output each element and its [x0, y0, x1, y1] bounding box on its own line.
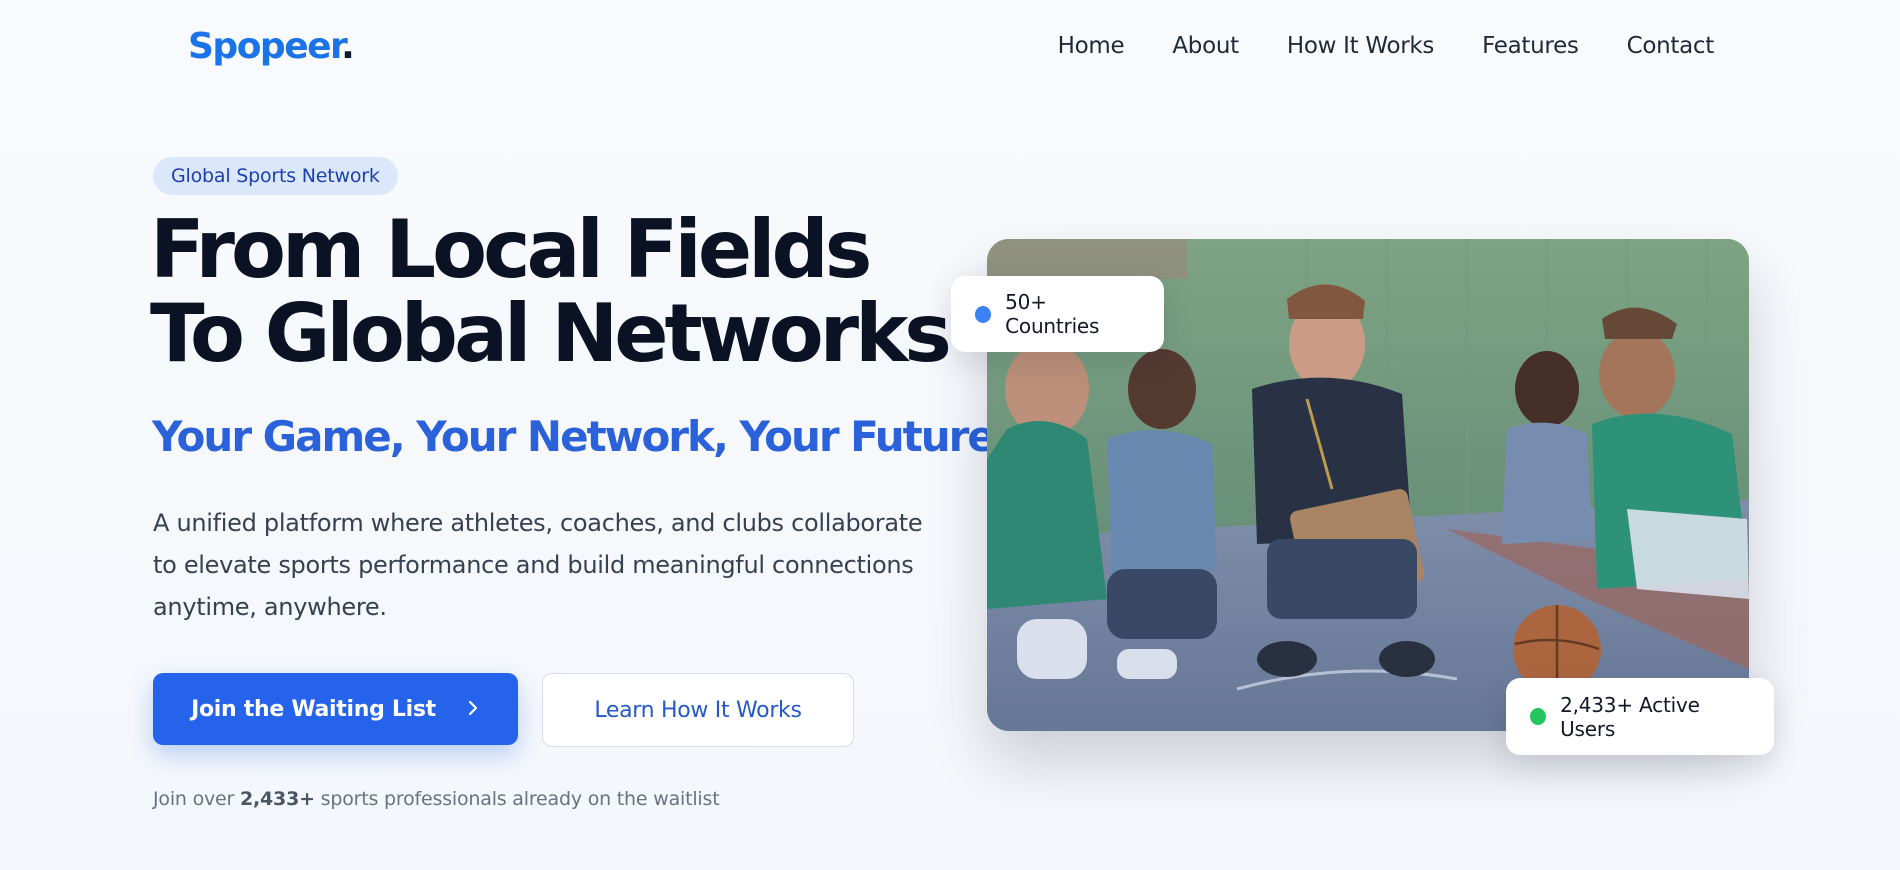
nav-links: Home About How It Works Features Contact	[1010, 33, 1715, 59]
waitlist-prefix: Join over	[153, 788, 240, 810]
stat-countries-label: 50+ Countries	[1005, 290, 1100, 338]
waitlist-note: Join over 2,433+ sports professionals al…	[153, 788, 720, 810]
join-waitlist-button[interactable]: Join the Waiting List	[153, 673, 518, 745]
nav-link-about[interactable]: About	[1172, 33, 1239, 59]
headline-line-1: From Local Fields	[150, 203, 872, 296]
learn-how-it-works-button[interactable]: Learn How It Works	[542, 673, 854, 747]
stat-card-active-users: 2,433+ Active Users	[1506, 678, 1774, 755]
brand-dot: .	[341, 26, 355, 67]
stat-card-countries: 50+ Countries	[951, 276, 1164, 352]
status-dot-icon	[975, 305, 992, 323]
hero-subheadline: Your Game, Your Network, Your Future	[152, 412, 996, 461]
hero-headline: From Local Fields To Global Networks	[150, 203, 952, 380]
stat-active-users-label: 2,433+ Active Users	[1560, 692, 1700, 741]
waitlist-suffix: sports professionals already on the wait…	[314, 788, 720, 810]
nav-link-home[interactable]: Home	[1058, 33, 1125, 59]
nav-link-features[interactable]: Features	[1482, 33, 1579, 59]
brand-logo[interactable]: Spopeer.	[188, 26, 355, 67]
chevron-right-icon	[466, 695, 480, 723]
hero-badge: Global Sports Network	[153, 157, 398, 195]
waitlist-count: 2,433+	[240, 788, 315, 810]
headline-line-2: To Global Networks	[150, 287, 952, 380]
status-dot-icon	[1530, 708, 1547, 725]
join-waitlist-label: Join the Waiting List	[191, 696, 436, 722]
nav-link-contact[interactable]: Contact	[1627, 33, 1715, 59]
nav-link-how-it-works[interactable]: How It Works	[1287, 33, 1435, 59]
hero-description: A unified platform where athletes, coach…	[153, 509, 923, 621]
brand-name: Spopeer	[188, 26, 343, 67]
top-nav: Spopeer. Home About How It Works Feature…	[0, 0, 1900, 96]
